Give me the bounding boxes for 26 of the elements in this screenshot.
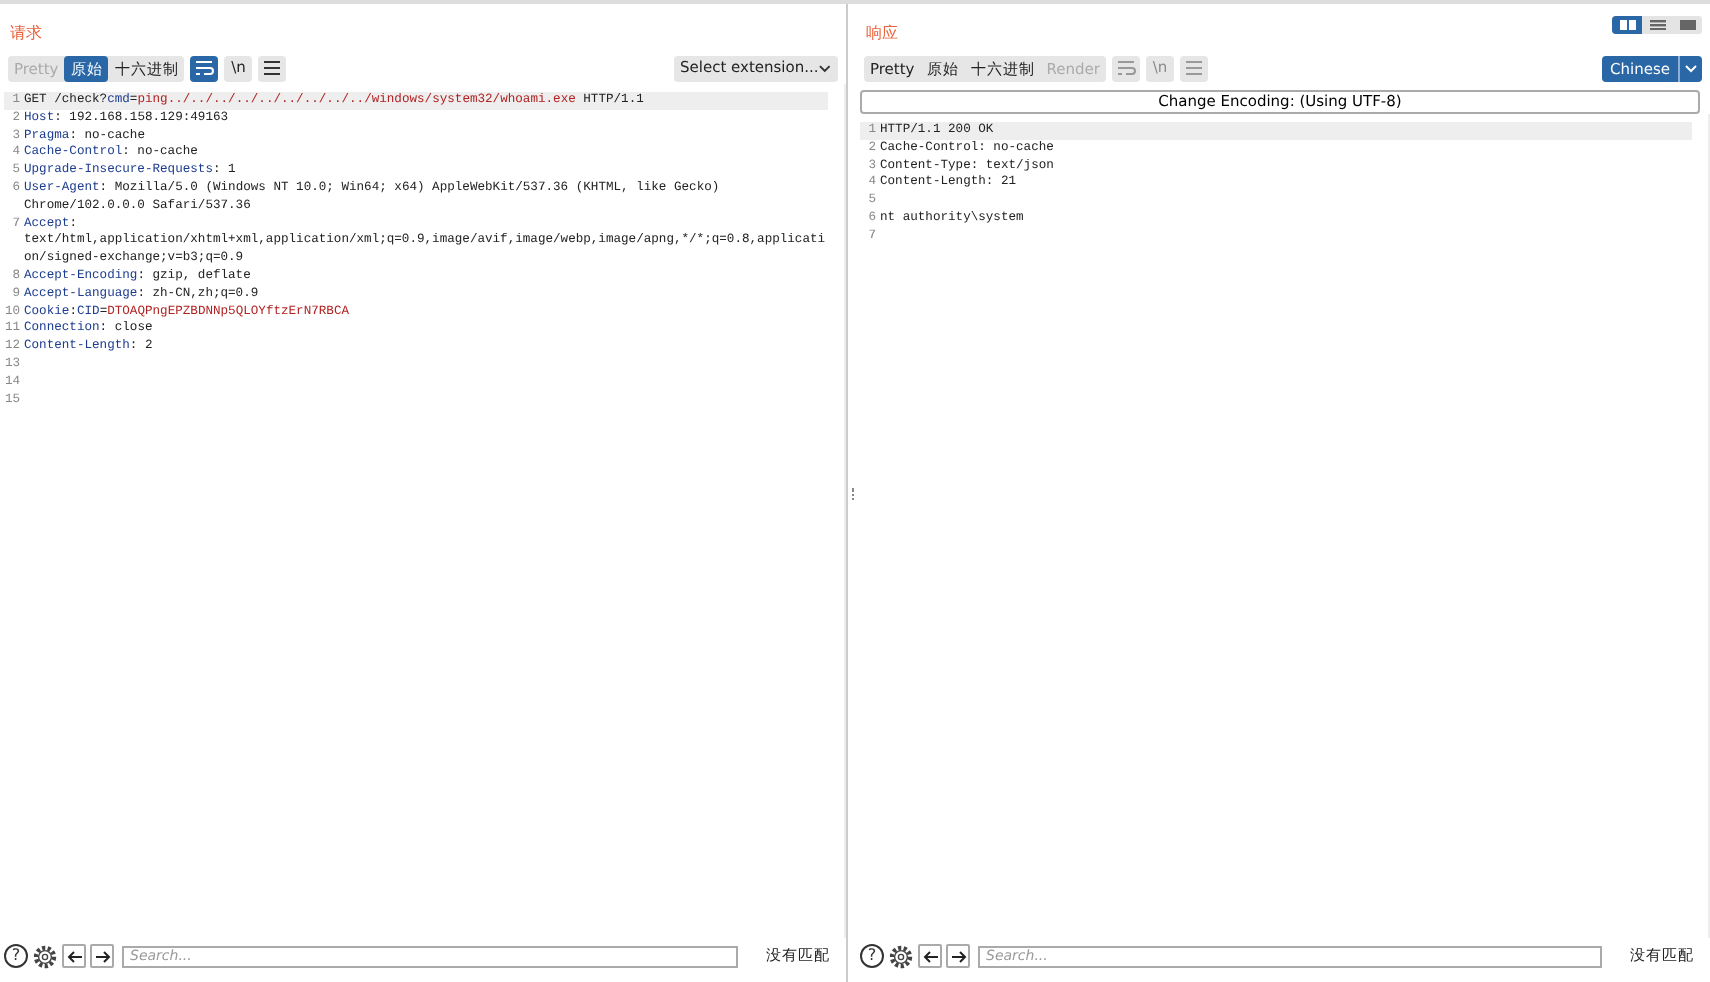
wrap-lines-icon bbox=[1115, 58, 1136, 78]
forward-arrow-icon bbox=[93, 947, 111, 965]
rows-layout-icon bbox=[1649, 20, 1665, 30]
wrap-button[interactable] bbox=[190, 55, 219, 81]
pane-title: 响应 bbox=[866, 22, 898, 46]
wrap-lines-icon bbox=[194, 58, 215, 78]
help-button[interactable]: ? bbox=[860, 944, 884, 968]
forward-button[interactable] bbox=[946, 944, 970, 968]
help-button[interactable]: ? bbox=[4, 944, 28, 968]
menu-button[interactable] bbox=[258, 55, 287, 81]
menu-icon bbox=[262, 58, 283, 78]
settings-icon[interactable] bbox=[888, 943, 914, 969]
forward-arrow-icon bbox=[949, 947, 967, 965]
single-layout-icon bbox=[1679, 20, 1695, 30]
caret-icon bbox=[818, 63, 832, 73]
back-arrow-icon bbox=[921, 947, 939, 965]
forward-button[interactable] bbox=[90, 944, 114, 968]
back-button[interactable] bbox=[918, 944, 942, 968]
settings-icon[interactable] bbox=[32, 943, 58, 969]
columns-layout-icon bbox=[1619, 20, 1635, 30]
back-arrow-icon bbox=[65, 947, 83, 965]
menu-icon bbox=[1183, 58, 1204, 78]
pane-title: 请求 bbox=[10, 22, 42, 46]
layout-toggle[interactable] bbox=[1612, 16, 1642, 34]
back-button[interactable] bbox=[62, 944, 86, 968]
caret-icon bbox=[1680, 63, 1702, 73]
